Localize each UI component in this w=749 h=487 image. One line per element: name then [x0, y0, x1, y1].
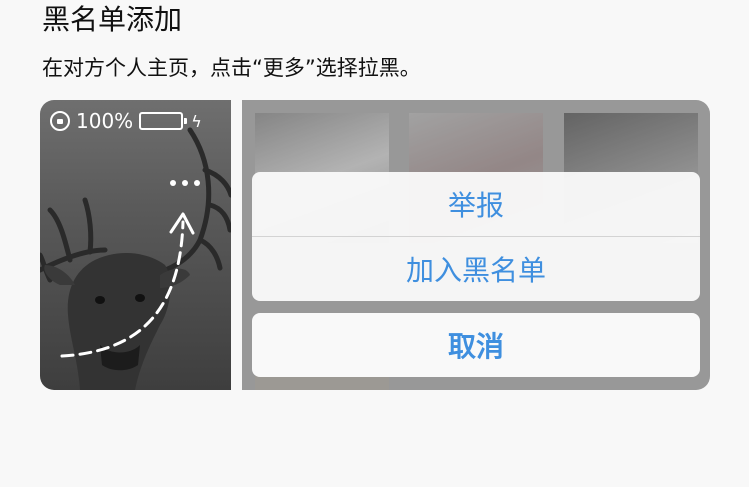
profile-photo-panel: 100% ϟ — [40, 100, 231, 390]
action-sheet: 举报 加入黑名单 取消 — [252, 172, 700, 377]
action-sheet-options: 举报 加入黑名单 — [252, 172, 700, 301]
page-subtitle: 在对方个人主页，点击“更多”选择拉黑。 — [42, 56, 421, 80]
action-sheet-panel: 举报 加入黑名单 取消 — [242, 100, 710, 390]
panel-divider — [231, 100, 242, 390]
report-button[interactable]: 举报 — [252, 172, 700, 236]
add-to-blacklist-button[interactable]: 加入黑名单 — [252, 237, 700, 301]
page: 黑名单添加 在对方个人主页，点击“更多”选择拉黑。 100% ϟ 举报 加入黑名… — [0, 0, 749, 487]
cancel-button[interactable]: 取消 — [252, 313, 700, 377]
dashed-arrow-icon — [60, 212, 195, 358]
page-title: 黑名单添加 — [42, 3, 183, 36]
instruction-illustration: 100% ϟ 举报 加入黑名单 取消 — [40, 100, 710, 390]
